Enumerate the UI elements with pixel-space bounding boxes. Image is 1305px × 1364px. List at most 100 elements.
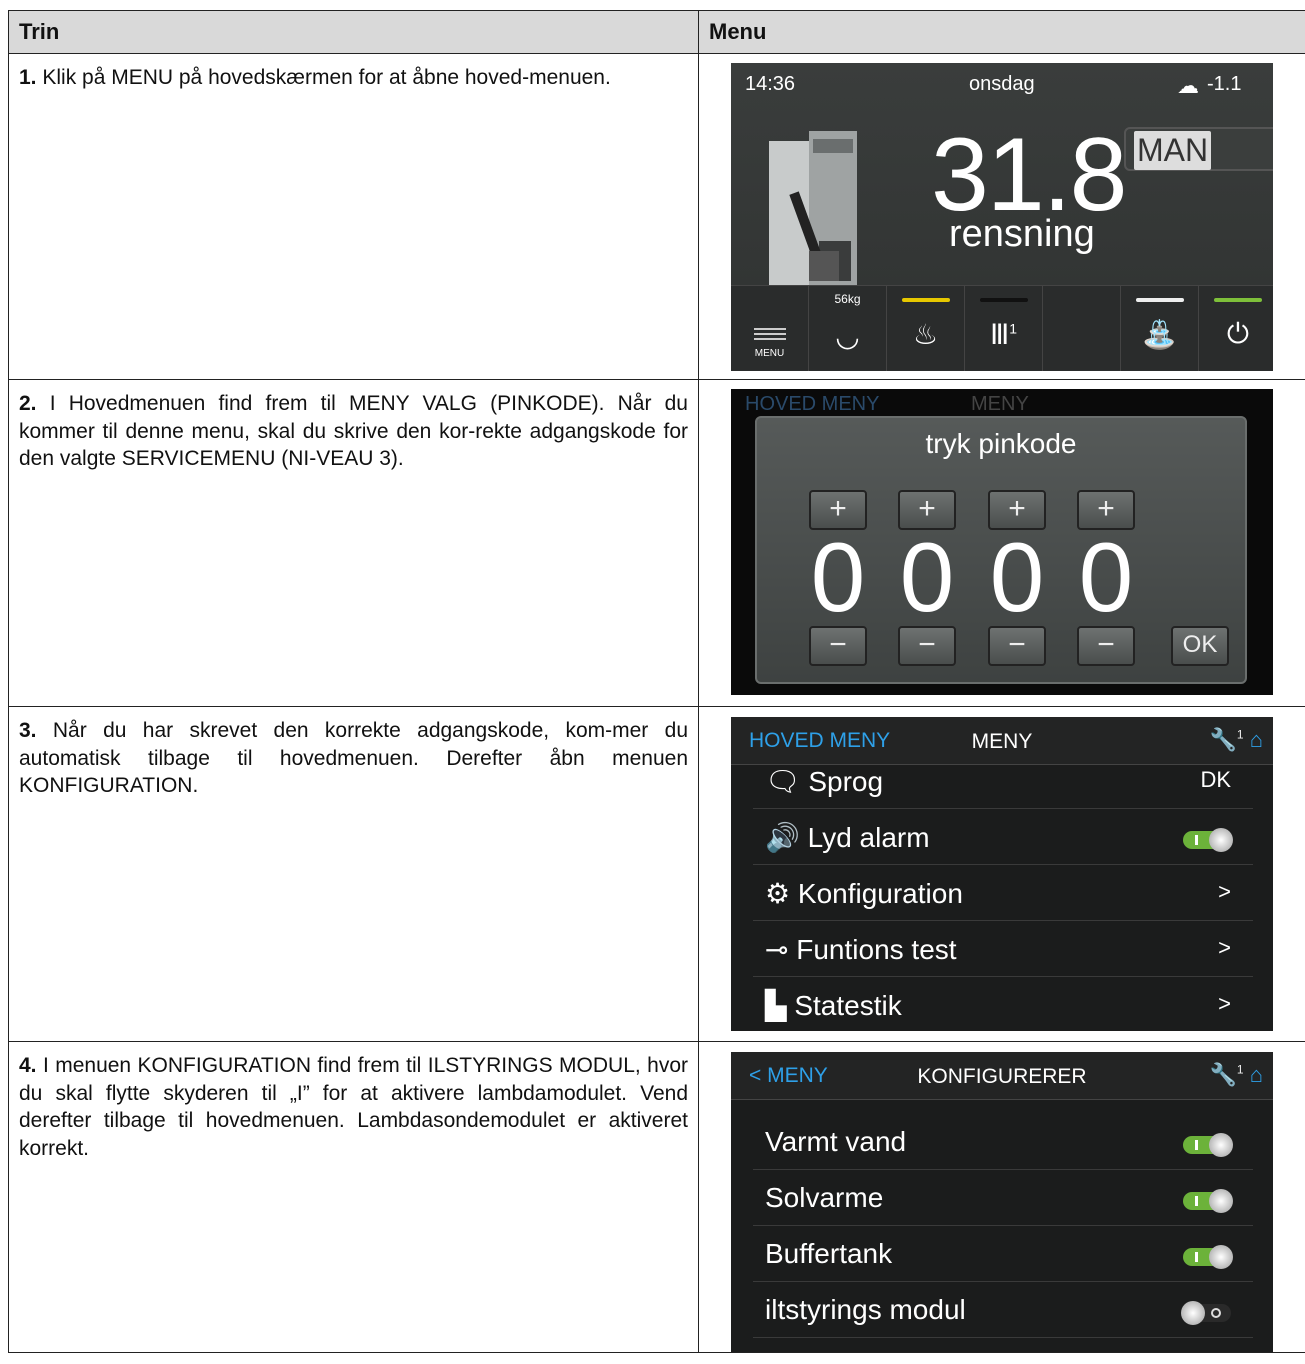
switch-icon: ⊸ bbox=[765, 934, 797, 965]
header-step: Trin bbox=[8, 10, 699, 54]
table-row: 2. I Hovedmenuen find frem til MENY VALG… bbox=[8, 379, 1305, 707]
menu-item-sprog[interactable]: 🗨 Sprog DK bbox=[753, 753, 1253, 809]
step-number: 1. bbox=[19, 66, 37, 89]
mode-badge: MAN bbox=[1134, 131, 1212, 170]
step-cell: 2. I Hovedmenuen find frem til MENY VALG… bbox=[8, 379, 699, 707]
configuration-screen: < MENY KONFIGURERER 🔧1 ⌂ Varmt vand Solv… bbox=[731, 1052, 1273, 1352]
main-menu-screen: HOVED MENY MENY 🔧1 ⌂ 🗨 Sprog DK 🔊 Lyd ala… bbox=[731, 717, 1273, 1031]
ok-button[interactable]: OK bbox=[1171, 626, 1229, 666]
fuel-button[interactable]: 56kg ◡ bbox=[809, 286, 887, 371]
weekday: onsdag bbox=[969, 73, 1035, 95]
service-level: 1 bbox=[1236, 1062, 1244, 1077]
step-cell: 1. Klik på MENU på hovedskærmen for at å… bbox=[8, 53, 699, 380]
heating-circuit-button[interactable]: Ⅲ1 bbox=[965, 286, 1043, 371]
toggle-switch-on[interactable] bbox=[1183, 828, 1233, 852]
menu-button[interactable]: MENU bbox=[731, 286, 809, 371]
table-row: 3. Når du har skrevet den korrekte adgan… bbox=[8, 706, 1305, 1042]
pincode-screen: HOVED MENY MENY tryk pinkode + + + + 0 0 … bbox=[731, 389, 1273, 695]
power-icon: ⏻ bbox=[1226, 318, 1250, 349]
digit3-minus-button[interactable]: − bbox=[988, 626, 1046, 666]
menu-cell: 14:36 onsdag ☁ -1.1 31.8 rensning 75 MAN… bbox=[698, 53, 1305, 380]
circuit-number: 1 bbox=[1009, 320, 1018, 337]
chevron-right-icon: > bbox=[1218, 935, 1231, 960]
dialog-title: tryk pinkode bbox=[925, 428, 1077, 459]
step-text: I menuen KONFIGURATION find frem til ILS… bbox=[19, 1054, 688, 1161]
clock: 14:36 bbox=[745, 73, 796, 95]
empty-slot bbox=[1043, 286, 1121, 371]
step-text: Klik på MENU på hovedskærmen for at åbne… bbox=[36, 66, 611, 89]
burner-button[interactable]: ♨ bbox=[887, 286, 965, 371]
config-item-solvarme[interactable]: Solvarme bbox=[753, 1170, 1253, 1226]
toggle-switch-on[interactable] bbox=[1183, 1189, 1233, 1213]
item-label: Varmt vand bbox=[765, 1126, 907, 1157]
flame-icon: ♨ bbox=[912, 319, 939, 350]
fuel-amount: 56kg bbox=[834, 292, 861, 306]
chevron-right-icon: > bbox=[1218, 879, 1231, 904]
home-icon[interactable]: ⌂ bbox=[1250, 727, 1263, 752]
bg-center-title: MENY bbox=[971, 393, 1029, 415]
power-button[interactable]: ⏻ bbox=[1199, 286, 1273, 371]
step-cell: 4. I menuen KONFIGURATION find frem til … bbox=[8, 1041, 699, 1353]
digit-3: 0 bbox=[989, 522, 1045, 632]
home-icon[interactable]: ⌂ bbox=[1250, 1062, 1263, 1087]
digit-1: 0 bbox=[810, 522, 866, 632]
item-label: Konfiguration bbox=[797, 878, 963, 909]
menu-item-statestik[interactable]: ▙ Statestik > bbox=[753, 977, 1253, 1031]
menu-item-konfiguration[interactable]: ⚙ Konfiguration > bbox=[753, 865, 1253, 921]
hamburger-icon bbox=[754, 328, 786, 330]
digit-4: 0 bbox=[1078, 522, 1134, 632]
pincode-dialog: tryk pinkode + + + + 0 0 0 0 − − − − OK bbox=[755, 416, 1247, 684]
menu-item-funtions-test[interactable]: ⊸ Funtions test > bbox=[753, 921, 1253, 977]
boiler-temperature: 31.8 bbox=[931, 117, 1127, 233]
menu-cell: < MENY KONFIGURERER 🔧1 ⌂ Varmt vand Solv… bbox=[698, 1041, 1305, 1353]
weather-icon: ☁ bbox=[1177, 73, 1199, 98]
config-item-buffertank[interactable]: Buffertank bbox=[753, 1226, 1253, 1282]
tap-icon: ⛲ bbox=[1142, 319, 1177, 350]
bar-chart-icon: ▙ bbox=[765, 990, 795, 1021]
item-value: DK bbox=[1200, 767, 1231, 792]
item-label: Sprog bbox=[808, 766, 884, 797]
gears-icon: ⚙ bbox=[765, 878, 798, 909]
step-number: 4. bbox=[19, 1054, 37, 1077]
config-item-iltstyrings-modul[interactable]: iltstyrings modul bbox=[753, 1282, 1253, 1338]
radiator-icon: Ⅲ1 bbox=[989, 319, 1018, 350]
digit4-minus-button[interactable]: − bbox=[1077, 626, 1135, 666]
bottom-bar: MENU 56kg ◡ ♨ Ⅲ1 ⛲ ⏻ bbox=[731, 285, 1273, 371]
header-center-title: KONFIGURERER bbox=[917, 1065, 1087, 1088]
burner-indicator bbox=[902, 298, 950, 302]
circuit-indicator bbox=[980, 298, 1028, 302]
config-item-varmt-vand[interactable]: Varmt vand bbox=[753, 1114, 1253, 1170]
item-label: Funtions test bbox=[796, 934, 957, 965]
step-text: I Hovedmenuen find frem til MENY VALG (P… bbox=[19, 392, 688, 471]
hopper-icon: ◡ bbox=[835, 321, 860, 352]
header-icons: 🔧1 ⌂ bbox=[1209, 727, 1263, 753]
toggle-switch-on[interactable] bbox=[1183, 1133, 1233, 1157]
menu-label: MENU bbox=[754, 348, 785, 359]
speech-icon: 🗨 bbox=[765, 766, 809, 797]
setpoint-box[interactable]: 75 MAN bbox=[1124, 127, 1273, 171]
step-cell: 3. Når du har skrevet den korrekte adgan… bbox=[8, 706, 699, 1042]
table-header-row: Trin Menu bbox=[8, 10, 1305, 54]
toggle-switch-on[interactable] bbox=[1183, 1245, 1233, 1269]
digit1-minus-button[interactable]: − bbox=[809, 626, 867, 666]
item-label: iltstyrings modul bbox=[765, 1294, 966, 1325]
outdoor-temp: -1.1 bbox=[1207, 73, 1242, 95]
instruction-table: Trin Menu 1. Klik på MENU på hovedskærme… bbox=[8, 10, 1305, 1353]
item-label: Lyd alarm bbox=[807, 822, 930, 853]
home-screen: 14:36 onsdag ☁ -1.1 31.8 rensning 75 MAN… bbox=[731, 63, 1273, 371]
wrench-icon: 🔧 bbox=[1209, 1062, 1237, 1087]
table-row: 1. Klik på MENU på hovedskærmen for at å… bbox=[8, 53, 1305, 380]
power-indicator bbox=[1214, 298, 1262, 302]
item-label: Solvarme bbox=[765, 1182, 884, 1213]
screen-header: < MENY KONFIGURERER 🔧1 ⌂ bbox=[731, 1052, 1273, 1100]
menu-item-lyd-alarm[interactable]: 🔊 Lyd alarm bbox=[753, 809, 1253, 865]
item-label: Statestik bbox=[794, 990, 902, 1021]
header-icons: 🔧1 ⌂ bbox=[1209, 1062, 1263, 1088]
digit2-minus-button[interactable]: − bbox=[898, 626, 956, 666]
toggle-switch-off[interactable] bbox=[1181, 1301, 1231, 1325]
hot-water-button[interactable]: ⛲ bbox=[1121, 286, 1199, 371]
service-level: 1 bbox=[1236, 727, 1244, 742]
table-row: 4. I menuen KONFIGURATION find frem til … bbox=[8, 1041, 1305, 1353]
header-center-title: MENY bbox=[971, 730, 1033, 753]
hot-water-indicator bbox=[1136, 298, 1184, 302]
